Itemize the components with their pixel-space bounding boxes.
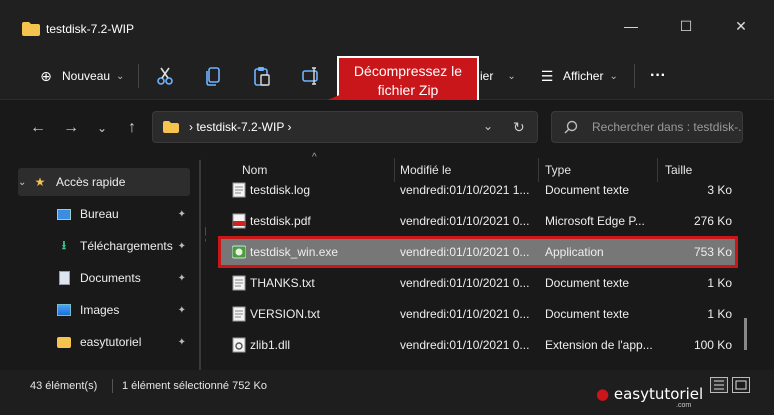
pin-icon[interactable]: ✦ — [178, 241, 186, 252]
pin-icon[interactable]: ✦ — [178, 305, 186, 316]
chevron-down-icon: ⌄ — [18, 176, 27, 188]
search-input[interactable]: Rechercher dans : testdisk-... — [551, 111, 743, 143]
file-row[interactable]: testdisk.log vendredi:01/10/2021 1... Do… — [220, 175, 738, 205]
file-type: Extension de l'app... — [545, 338, 653, 352]
file-modified: vendredi:01/10/2021 0... — [400, 214, 530, 228]
file-size: 1 Ko — [707, 276, 732, 290]
file-row[interactable]: VERSION.txt vendredi:01/10/2021 0... Doc… — [220, 299, 738, 329]
pin-icon[interactable]: ✦ — [178, 209, 186, 220]
sidebar-item-label: Accès rapide — [56, 175, 126, 189]
back-button[interactable]: ← — [27, 118, 49, 138]
sidebar-item-desktop[interactable]: Bureau ✦ — [18, 200, 190, 228]
item-count: 43 élément(s) — [30, 380, 98, 392]
desktop-icon — [56, 206, 72, 222]
refresh-icon[interactable]: ↻ — [513, 119, 525, 136]
sidebar-item-label: easytutoriel — [80, 335, 142, 349]
star-icon: ★ — [34, 175, 46, 189]
file-size: 1 Ko — [707, 307, 732, 321]
brand-suffix: .com — [676, 402, 692, 409]
text-file-icon — [232, 182, 246, 198]
brand-name: easytutoriel — [613, 385, 704, 403]
file-name: THANKS.txt — [250, 276, 315, 290]
file-type: Microsoft Edge P... — [545, 214, 645, 228]
up-button[interactable]: ↑ — [121, 118, 143, 138]
selection-highlight-annotation — [218, 236, 738, 268]
navigation-pane: ⌄ ★ Accès rapide Bureau ✦ ⭳ Téléchargeme… — [0, 156, 205, 370]
dll-file-icon — [232, 337, 246, 353]
sidebar-scrollbar[interactable] — [199, 160, 201, 370]
breadcrumb[interactable]: › testdisk-7.2-WIP › — [189, 120, 291, 134]
file-name: testdisk.log — [250, 183, 311, 197]
file-list-scrollbar[interactable] — [744, 318, 747, 350]
file-row[interactable]: THANKS.txt vendredi:01/10/2021 0... Docu… — [220, 268, 738, 298]
documents-icon — [56, 270, 72, 286]
sort-ascending-icon: ^ — [312, 152, 317, 163]
sidebar-item-downloads[interactable]: ⭳ Téléchargements ✦ — [18, 232, 190, 260]
file-size: 276 Ko — [693, 214, 732, 228]
search-placeholder: Rechercher dans : testdisk-... — [592, 120, 742, 134]
brand-logo: ● easytutoriel — [596, 385, 704, 403]
folder-icon — [56, 334, 72, 350]
sidebar-item-easytutoriel[interactable]: easytutoriel ✦ — [18, 328, 190, 356]
sidebar-item-documents[interactable]: Documents ✦ — [18, 264, 190, 292]
file-modified: vendredi:01/10/2021 0... — [400, 276, 530, 290]
sidebar-item-quick-access[interactable]: ⌄ ★ Accès rapide — [18, 168, 190, 196]
sidebar-item-label: Images — [80, 303, 120, 317]
file-type: Document texte — [545, 307, 630, 321]
file-modified: vendredi:01/10/2021 0... — [400, 307, 530, 321]
details-view-icon[interactable] — [710, 377, 728, 393]
text-file-icon — [232, 275, 246, 291]
sidebar-item-images[interactable]: Images ✦ — [18, 296, 190, 324]
search-icon — [564, 120, 578, 134]
file-size: 3 Ko — [707, 183, 732, 197]
status-bar: 43 élément(s) 1 élément sélectionné 752 … — [0, 370, 774, 415]
file-size: 100 Ko — [693, 338, 732, 352]
address-row: ← → ⌄ ↑ › testdisk-7.2-WIP › ⌄ ↻ Recherc… — [0, 100, 774, 156]
address-bar[interactable]: › testdisk-7.2-WIP › ⌄ ↻ — [152, 111, 538, 143]
forward-button[interactable]: → — [60, 118, 82, 138]
sidebar-item-label: Téléchargements — [80, 239, 173, 253]
tiles-view-icon[interactable] — [732, 377, 750, 393]
file-modified: vendredi:01/10/2021 1... — [400, 183, 530, 197]
file-row[interactable]: zlib1.dll vendredi:01/10/2021 0... Exten… — [220, 330, 738, 360]
pin-icon[interactable]: ✦ — [178, 337, 186, 348]
file-name: VERSION.txt — [250, 307, 321, 321]
folder-icon — [163, 121, 179, 133]
images-icon — [56, 302, 72, 318]
pin-icon[interactable]: ✦ — [178, 273, 186, 284]
selection-info: 1 élément sélectionné 752 Ko — [122, 380, 267, 392]
pdf-file-icon — [232, 213, 246, 229]
recent-locations-button[interactable]: ⌄ — [91, 118, 113, 138]
file-name: testdisk.pdf — [250, 214, 311, 228]
download-icon: ⭳ — [61, 237, 67, 252]
file-name: zlib1.dll — [250, 338, 291, 352]
file-modified: vendredi:01/10/2021 0... — [400, 338, 530, 352]
address-dropdown-icon[interactable]: ⌄ — [483, 119, 493, 133]
text-file-icon — [232, 306, 246, 322]
sidebar-item-label: Documents — [80, 271, 141, 285]
file-type: Document texte — [545, 183, 630, 197]
sidebar-item-label: Bureau — [80, 207, 119, 221]
file-type: Document texte — [545, 276, 630, 290]
divider — [112, 379, 113, 393]
file-row[interactable]: testdisk.pdf vendredi:01/10/2021 0... Mi… — [220, 206, 738, 236]
